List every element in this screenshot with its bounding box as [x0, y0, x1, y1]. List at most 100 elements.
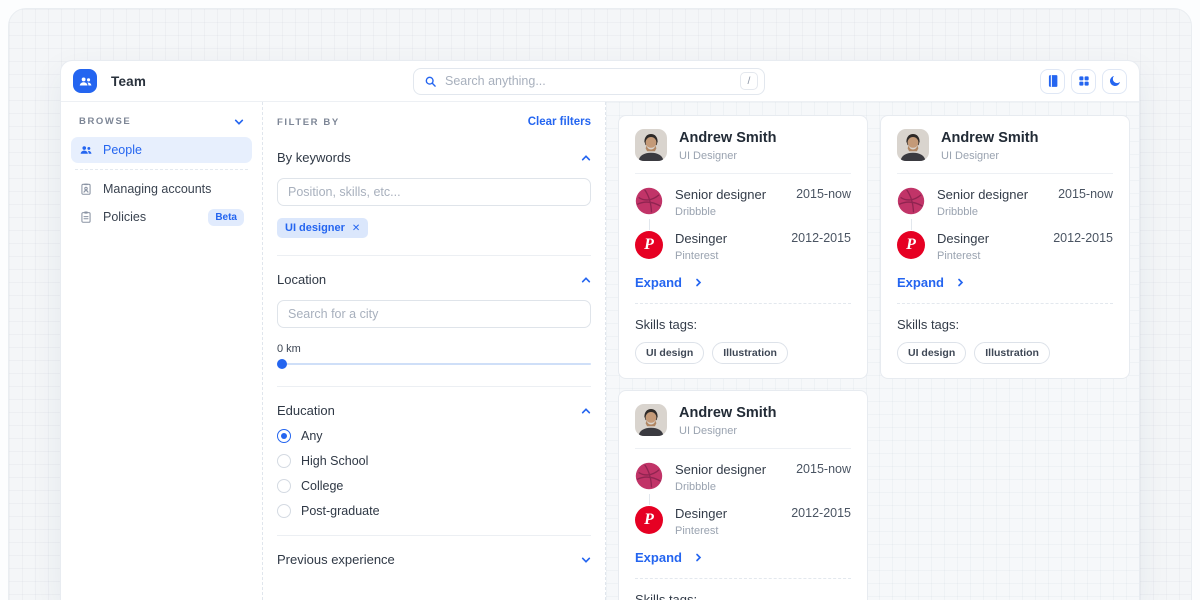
- position-title: Senior designer: [937, 187, 1028, 202]
- company-name: Pinterest: [937, 250, 989, 262]
- sidebar-divider: [75, 169, 248, 170]
- id-badge-icon: [79, 182, 93, 196]
- dribbble-icon: [635, 187, 663, 215]
- chevron-right-icon: [694, 553, 703, 562]
- keywords-input[interactable]: [277, 178, 591, 206]
- search-shortcut-key: /: [740, 72, 758, 90]
- skills-tags-label: Skills tags:: [897, 317, 1113, 332]
- book-button[interactable]: [1040, 69, 1065, 94]
- timeline-entry: Senior designer Dribbble 2015-now: [897, 187, 1113, 218]
- chevron-up-icon: [581, 406, 591, 416]
- education-option-any[interactable]: Any: [277, 429, 591, 443]
- expand-button[interactable]: Expand: [897, 275, 1113, 290]
- sidebar-item-label: People: [103, 143, 142, 157]
- sidebar-section-header[interactable]: BROWSE: [71, 116, 252, 137]
- people-icon: [79, 143, 93, 157]
- timeline-entry: P Desinger Pinterest 2012-2015: [897, 231, 1113, 262]
- pinterest-icon: P: [635, 231, 663, 259]
- position-title: Senior designer: [675, 462, 766, 477]
- period: 2012-2015: [791, 231, 851, 245]
- dribbble-icon: [897, 187, 925, 215]
- chevron-right-icon: [694, 278, 703, 287]
- search-bar[interactable]: /: [413, 68, 765, 95]
- skill-tag[interactable]: Illustration: [974, 342, 1050, 364]
- dribbble-icon: [635, 462, 663, 490]
- search-input[interactable]: [445, 74, 740, 88]
- period: 2015-now: [796, 462, 851, 476]
- education-section-header[interactable]: Education: [277, 403, 591, 418]
- card-divider: [897, 303, 1113, 304]
- location-section-header[interactable]: Location: [277, 272, 591, 287]
- header-actions: [1040, 69, 1127, 94]
- app-header: Team /: [61, 61, 1139, 102]
- radio-icon[interactable]: [277, 479, 291, 493]
- person-role: UI Designer: [679, 150, 776, 162]
- experience-section-header[interactable]: Previous experience: [277, 552, 591, 567]
- city-search-input[interactable]: [277, 300, 591, 328]
- expand-button[interactable]: Expand: [635, 550, 851, 565]
- avatar: [897, 129, 929, 161]
- education-option-college[interactable]: College: [277, 479, 591, 493]
- moon-icon: [1108, 74, 1122, 88]
- app-logo: [73, 69, 97, 93]
- dark-mode-button[interactable]: [1102, 69, 1127, 94]
- skills-tags-label: Skills tags:: [635, 592, 851, 600]
- remove-tag-icon[interactable]: ✕: [352, 223, 360, 234]
- period: 2015-now: [1058, 187, 1113, 201]
- clipboard-icon: [79, 210, 93, 224]
- results-area: Andrew Smith UI Designer Senior designer…: [606, 102, 1139, 600]
- chevron-up-icon: [581, 275, 591, 285]
- person-card[interactable]: Andrew Smith UI Designer Senior designer…: [618, 390, 868, 600]
- position-title: Desinger: [937, 231, 989, 246]
- book-icon: [1046, 74, 1060, 88]
- person-card[interactable]: Andrew Smith UI Designer Senior designer…: [880, 115, 1130, 379]
- sidebar-item-label: Managing accounts: [103, 182, 211, 196]
- slider-track[interactable]: [277, 363, 591, 365]
- sidebar: BROWSE People: [61, 102, 263, 600]
- skill-tag[interactable]: UI design: [897, 342, 966, 364]
- company-name: Dribbble: [937, 206, 1028, 218]
- radio-selected-icon[interactable]: [277, 429, 291, 443]
- distance-value-label: 0 km: [277, 343, 591, 355]
- expand-button[interactable]: Expand: [635, 275, 851, 290]
- education-label: Education: [277, 403, 335, 418]
- avatar: [635, 129, 667, 161]
- education-option-high-school[interactable]: High School: [277, 454, 591, 468]
- apps-grid-button[interactable]: [1071, 69, 1096, 94]
- person-card[interactable]: Andrew Smith UI Designer Senior designer…: [618, 115, 868, 379]
- slider-thumb[interactable]: [277, 359, 287, 369]
- keyword-tag[interactable]: UI designer ✕: [277, 218, 368, 238]
- company-name: Dribbble: [675, 206, 766, 218]
- person-name: Andrew Smith: [941, 130, 1038, 146]
- sidebar-item-managing-accounts[interactable]: Managing accounts: [71, 176, 252, 202]
- company-name: Pinterest: [675, 525, 727, 537]
- skill-tag[interactable]: Illustration: [712, 342, 788, 364]
- filter-by-label: FILTER BY: [277, 117, 340, 128]
- sidebar-item-policies[interactable]: Policies Beta: [71, 204, 252, 230]
- education-option-post-graduate[interactable]: Post-graduate: [277, 504, 591, 518]
- company-name: Dribbble: [675, 481, 766, 493]
- timeline-entry: Senior designer Dribbble 2015-now: [635, 187, 851, 218]
- browse-label: BROWSE: [79, 116, 131, 127]
- team-people-icon: [78, 74, 93, 89]
- clear-filters-link[interactable]: Clear filters: [528, 116, 591, 128]
- skills-tags-label: Skills tags:: [635, 317, 851, 332]
- page-title: Team: [111, 74, 146, 89]
- company-name: Pinterest: [675, 250, 727, 262]
- section-divider: [277, 255, 591, 256]
- sidebar-item-people[interactable]: People: [71, 137, 252, 163]
- chevron-down-icon: [234, 117, 244, 127]
- keyword-tag-label: UI designer: [285, 222, 345, 234]
- radio-icon[interactable]: [277, 454, 291, 468]
- timeline-entry: P Desinger Pinterest 2012-2015: [635, 506, 851, 537]
- distance-slider[interactable]: [277, 359, 591, 369]
- timeline-entry: Senior designer Dribbble 2015-now: [635, 462, 851, 493]
- period: 2015-now: [796, 187, 851, 201]
- radio-icon[interactable]: [277, 504, 291, 518]
- chevron-down-icon: [581, 555, 591, 565]
- keywords-section-header[interactable]: By keywords: [277, 150, 591, 165]
- position-title: Senior designer: [675, 187, 766, 202]
- period: 2012-2015: [1053, 231, 1113, 245]
- skill-tag[interactable]: UI design: [635, 342, 704, 364]
- person-role: UI Designer: [679, 425, 776, 437]
